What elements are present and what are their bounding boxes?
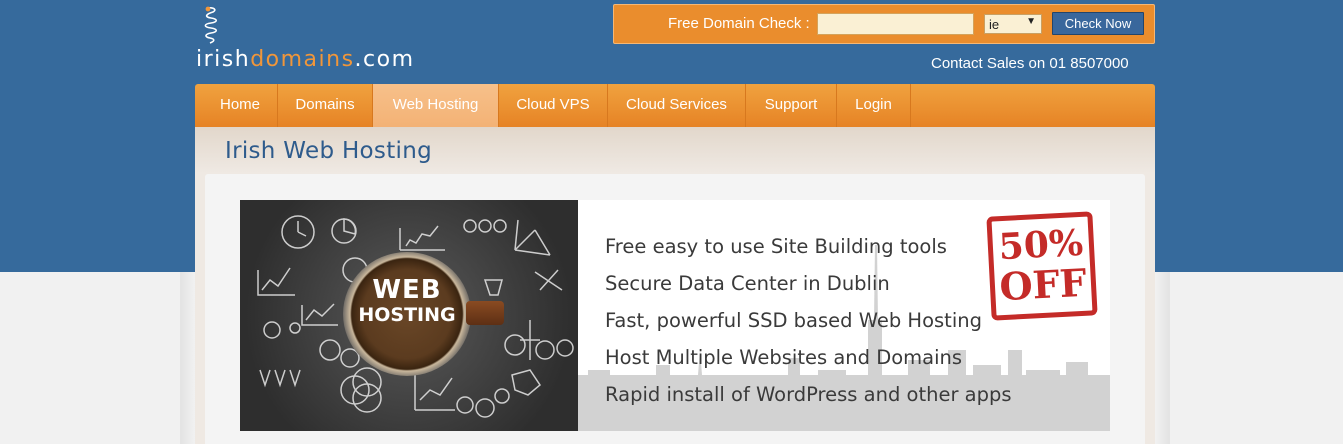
check-now-button[interactable]: Check Now [1052, 12, 1144, 35]
feature-item: Fast, powerful SSD based Web Hosting [605, 309, 982, 332]
tld-select-value: ie [989, 17, 1000, 32]
nav-item-cloud-vps[interactable]: Cloud VPS [499, 84, 608, 127]
nav-item-domains[interactable]: Domains [278, 84, 373, 127]
logo-wordmark: irishdomains.com [196, 47, 415, 73]
main-nav: Home Domains Web Hosting Cloud VPS Cloud… [195, 84, 1155, 127]
cup-label: WEB HOSTING [352, 276, 462, 325]
nav-item-cloud-services[interactable]: Cloud Services [608, 84, 746, 127]
tld-select[interactable]: ie ▼ [984, 14, 1042, 34]
cup-handle [466, 301, 504, 325]
logo-word-domains: domains [250, 47, 355, 72]
feature-item: Host Multiple Websites and Domains [605, 346, 963, 369]
site-logo[interactable]: irishdomains.com [196, 6, 436, 72]
feature-list: Free easy to use Site Building tools Sec… [605, 228, 1012, 413]
logo-word-irish: irish [196, 47, 251, 72]
spring-logo-icon [204, 6, 218, 44]
feature-item: Free easy to use Site Building tools [605, 235, 947, 258]
cup-label-web: WEB [372, 275, 442, 305]
domain-check-label: Free Domain Check : [668, 15, 810, 32]
domain-check-box: Free Domain Check : ie ▼ Check Now [613, 4, 1155, 44]
web-hosting-banner[interactable]: WEB HOSTING Free easy to use Site Buildi… [240, 200, 1110, 431]
logo-word-com: .com [354, 47, 415, 72]
contact-sales-text: Contact Sales on 01 8507000 [931, 55, 1129, 72]
domain-search-input[interactable] [817, 13, 974, 35]
stamp-off: OFF [998, 259, 1088, 310]
nav-item-web-hosting[interactable]: Web Hosting [373, 84, 499, 127]
chalkboard-panel: WEB HOSTING [240, 200, 578, 431]
feature-item: Secure Data Center in Dublin [605, 272, 890, 295]
nav-item-home[interactable]: Home [203, 84, 278, 127]
dropdown-arrow-icon: ▼ [1026, 16, 1036, 27]
nav-item-support[interactable]: Support [746, 84, 837, 127]
feature-item: Rapid install of WordPress and other app… [605, 383, 1012, 406]
nav-item-login[interactable]: Login [837, 84, 911, 127]
discount-stamp: 50% OFF [986, 211, 1098, 321]
page-title: Irish Web Hosting [225, 138, 432, 164]
cup-label-hosting: HOSTING [358, 303, 456, 326]
